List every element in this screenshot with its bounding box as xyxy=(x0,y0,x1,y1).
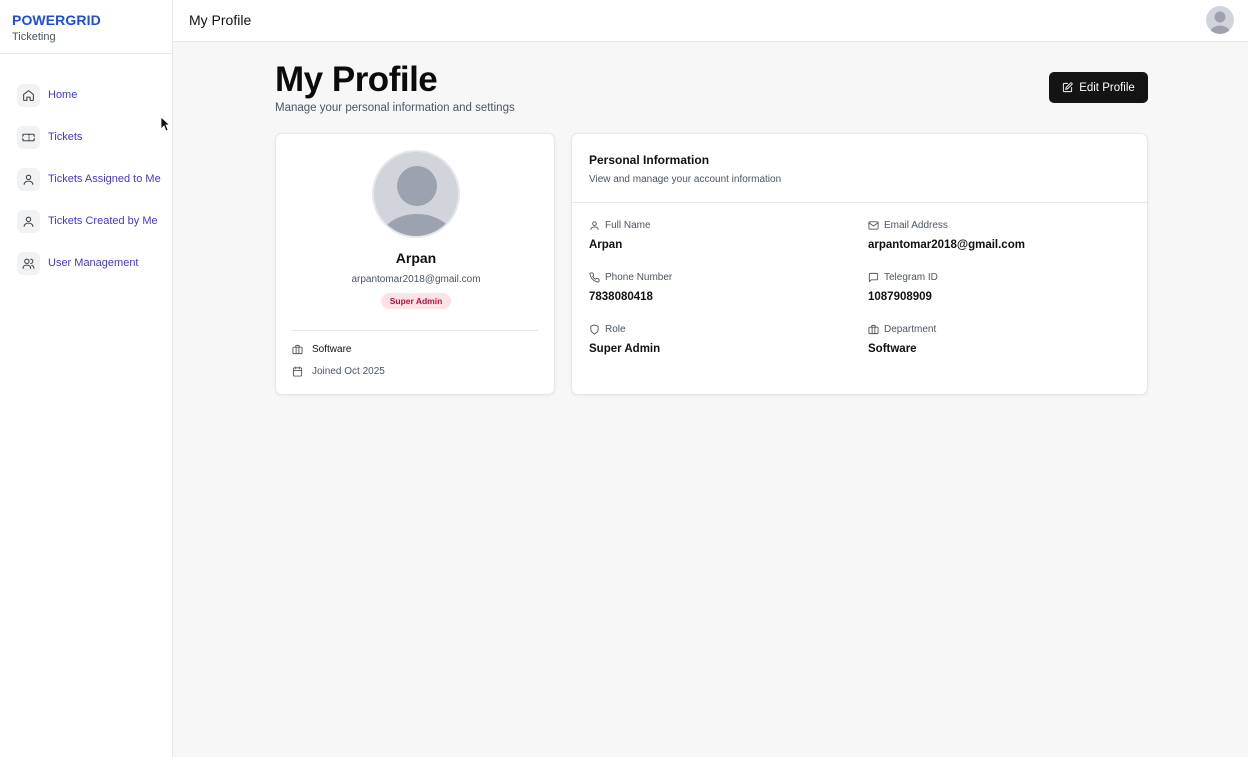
edit-profile-label: Edit Profile xyxy=(1079,81,1135,94)
avatar xyxy=(372,150,460,238)
ticket-icon xyxy=(17,125,40,149)
sidebar-item-label: Home xyxy=(48,89,78,101)
field-role: Role Super Admin xyxy=(589,324,660,355)
field-value: 7838080418 xyxy=(589,291,653,303)
user-icon xyxy=(17,209,40,233)
field-value: arpantomar2018@gmail.com xyxy=(868,239,1025,251)
profile-name: Arpan xyxy=(395,250,437,266)
personal-info-subtitle: View and manage your account information xyxy=(589,174,782,185)
personal-info-card: Personal Information View and manage you… xyxy=(571,133,1148,395)
message-icon xyxy=(868,272,879,283)
profile-joined: Joined Oct 2025 xyxy=(292,366,385,377)
topbar: My Profile xyxy=(173,0,1248,42)
role-badge: Super Admin xyxy=(381,293,451,309)
sidebar-nav: Home Tickets Tickets Assigned to Me Tick… xyxy=(0,54,172,284)
field-full-name: Full Name Arpan xyxy=(589,220,651,251)
profile-card: Arpan arpantomar2018@gmail.com Super Adm… xyxy=(275,133,555,395)
edit-icon xyxy=(1063,82,1073,93)
field-value: 1087908909 xyxy=(868,291,932,303)
profile-department: Software xyxy=(292,344,351,355)
sidebar-item-tickets-assigned[interactable]: Tickets Assigned to Me xyxy=(0,158,172,200)
personal-info-header: Personal Information View and manage you… xyxy=(572,134,1147,203)
field-label: Department xyxy=(884,324,937,335)
sidebar-item-user-management[interactable]: User Management xyxy=(0,242,172,284)
sidebar-item-tickets[interactable]: Tickets xyxy=(0,116,172,158)
divider xyxy=(292,330,538,331)
page-subtitle: Manage your personal information and set… xyxy=(275,102,515,114)
brand-name: POWERGRID xyxy=(12,12,101,28)
personal-info-title: Personal Information xyxy=(589,153,710,167)
field-email: Email Address arpantomar2018@gmail.com xyxy=(868,220,1025,251)
field-telegram: Telegram ID 1087908909 xyxy=(868,272,938,303)
topbar-title: My Profile xyxy=(189,12,252,28)
phone-icon xyxy=(589,272,600,283)
field-label: Full Name xyxy=(605,220,651,231)
field-value: Super Admin xyxy=(589,343,661,355)
field-department: Department Software xyxy=(868,324,936,355)
field-value: Arpan xyxy=(589,239,623,251)
user-icon xyxy=(590,221,599,231)
mouse-cursor-icon xyxy=(160,116,170,132)
calendar-icon xyxy=(292,366,303,377)
field-value: Software xyxy=(868,343,917,355)
page-title: My Profile xyxy=(275,60,438,99)
sidebar-item-home[interactable]: Home xyxy=(0,74,172,116)
sidebar-item-label: User Management xyxy=(48,257,139,269)
brand-subtitle: Ticketing xyxy=(12,31,56,43)
field-label: Telegram ID xyxy=(884,272,938,283)
briefcase-icon xyxy=(868,324,879,335)
user-icon xyxy=(17,167,40,191)
sidebar: POWERGRID Ticketing Home Tickets Tickets… xyxy=(0,0,173,757)
department-text: Software xyxy=(312,344,352,355)
joined-text: Joined Oct 2025 xyxy=(312,366,385,377)
profile-email: arpantomar2018@gmail.com xyxy=(351,274,481,285)
home-icon xyxy=(17,83,40,107)
sidebar-item-label: Tickets xyxy=(48,131,83,143)
field-label: Phone Number xyxy=(605,272,673,283)
user-avatar-icon[interactable] xyxy=(1206,6,1234,34)
sidebar-item-label: Tickets Created by Me xyxy=(48,215,158,227)
field-label: Email Address xyxy=(884,220,948,231)
brand[interactable]: POWERGRID Ticketing xyxy=(0,0,172,54)
sidebar-item-tickets-created[interactable]: Tickets Created by Me xyxy=(0,200,172,242)
briefcase-icon xyxy=(292,344,303,355)
mail-icon xyxy=(868,221,879,230)
field-phone: Phone Number 7838080418 xyxy=(589,272,672,303)
users-icon xyxy=(17,251,40,275)
field-label: Role xyxy=(605,324,626,335)
shield-icon xyxy=(590,324,599,335)
edit-profile-button[interactable]: Edit Profile xyxy=(1049,72,1148,103)
sidebar-item-label: Tickets Assigned to Me xyxy=(48,173,161,185)
